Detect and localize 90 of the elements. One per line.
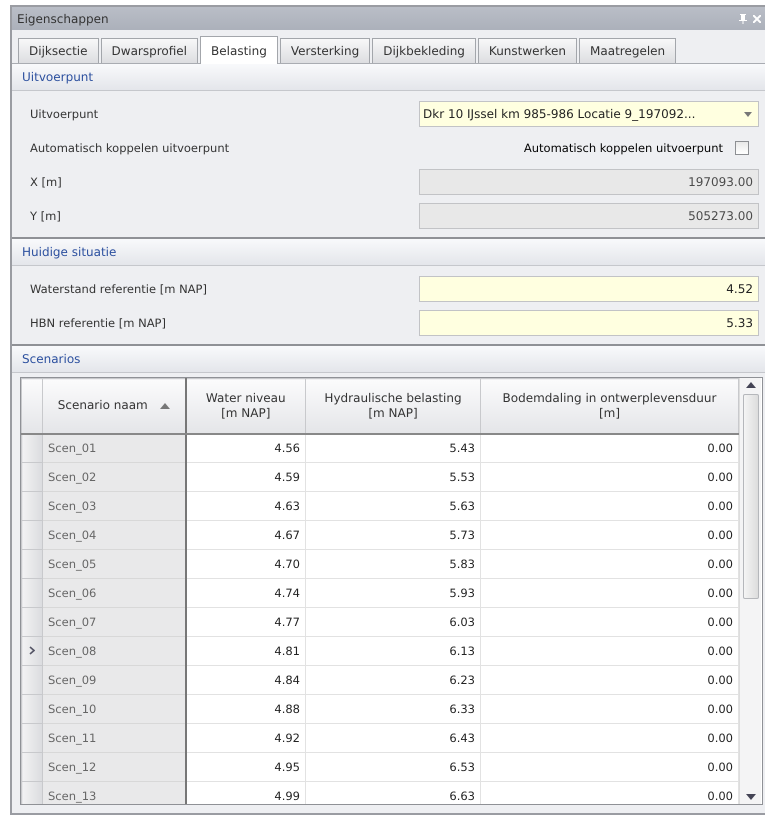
table-cell: 6.03 — [306, 608, 480, 636]
table-cell: Scen_08 — [42, 636, 186, 666]
table-cell: Scen_04 — [42, 520, 186, 550]
pin-icon[interactable] — [739, 14, 747, 24]
table-cell: 0.00 — [480, 550, 738, 578]
table-cell: 4.67 — [186, 520, 306, 550]
table-cell: 5.93 — [306, 578, 480, 608]
row-indicator[interactable] — [22, 434, 42, 462]
table-cell: 0.00 — [480, 492, 738, 520]
scroll-up-icon[interactable] — [746, 382, 756, 388]
table-cell: 4.63 — [186, 492, 306, 520]
table-cell: 0.00 — [480, 434, 738, 462]
table-cell: Scen_09 — [42, 666, 186, 694]
tab[interactable]: Belasting — [200, 36, 278, 64]
tab[interactable]: Dijksectie — [18, 38, 99, 63]
tab[interactable]: Versterking — [280, 38, 370, 63]
table-cell: 5.53 — [306, 462, 480, 492]
table-cell: 5.63 — [306, 492, 480, 520]
close-icon[interactable] — [753, 14, 761, 22]
table-cell: Scen_02 — [42, 462, 186, 492]
field-label: Y [m] — [29, 209, 61, 223]
table-cell: 6.43 — [306, 724, 480, 752]
checkbox[interactable] — [735, 141, 749, 155]
sort-icon — [160, 402, 170, 409]
table-cell: 5.83 — [306, 550, 480, 578]
table-cell: 6.53 — [306, 752, 480, 782]
input-field[interactable]: 4.52 — [419, 276, 759, 302]
table-cell: 0.00 — [480, 694, 738, 724]
table-cell: 4.84 — [186, 666, 306, 694]
column-header[interactable]: Hydraulische belasting [m NAP] — [306, 378, 480, 434]
table-cell: 5.73 — [306, 520, 480, 550]
column-header[interactable]: Water niveau [m NAP] — [186, 378, 306, 434]
section-title: Huidige situatie — [22, 245, 116, 259]
table-cell: Scen_03 — [42, 492, 186, 520]
scroll-thumb[interactable] — [742, 394, 758, 598]
table-cell: 4.95 — [186, 752, 306, 782]
table-cell: 4.70 — [186, 550, 306, 578]
tab[interactable]: Kunstwerken — [478, 38, 578, 63]
field-label: Uitvoerpunt — [29, 107, 98, 121]
scrollbar[interactable] — [739, 378, 761, 804]
table-cell: Scen_01 — [42, 434, 186, 462]
table-cell: 4.81 — [186, 636, 306, 666]
scroll-down-icon[interactable] — [746, 794, 756, 800]
table-cell: 0.00 — [480, 752, 738, 782]
table-cell: 0.00 — [480, 608, 738, 636]
table-cell: Scen_07 — [42, 608, 186, 636]
table-cell: 0.00 — [480, 666, 738, 694]
tab[interactable]: Dwarsprofiel — [100, 38, 198, 63]
table-cell: 0.00 — [480, 724, 738, 752]
section-title: Scenarios — [22, 352, 80, 366]
caret-icon — [744, 112, 752, 116]
table-cell: 4.74 — [186, 578, 306, 608]
table-cell: Scen_06 — [42, 578, 186, 608]
field-label: Waterstand referentie [m NAP] — [29, 282, 207, 296]
input-field[interactable]: 505273.00 — [419, 203, 759, 229]
table-cell: 0.00 — [480, 578, 738, 608]
tab[interactable]: Dijkbekleding — [372, 38, 476, 63]
table-cell: Scen_10 — [42, 694, 186, 724]
column-header[interactable]: Bodemdaling in ontwerplevensduur [m] — [480, 378, 738, 434]
column-header[interactable]: Scenario naam — [42, 378, 186, 434]
row-indicator[interactable] — [22, 636, 42, 666]
table-cell: Scen_13 — [42, 782, 186, 804]
chevron-icon — [29, 646, 35, 655]
field-label: HBN referentie [m NAP] — [29, 316, 166, 330]
field-label: X [m] — [29, 175, 62, 189]
table-cell: 4.92 — [186, 724, 306, 752]
column-title: Scenario naam — [58, 398, 148, 414]
input-field[interactable]: 5.33 — [419, 310, 759, 336]
table-cell: 0.00 — [480, 462, 738, 492]
table-cell: Scen_11 — [42, 724, 186, 752]
location-dropdown[interactable]: Dkr 10 IJssel km 985-986 Locatie 9_197092... — [419, 101, 759, 127]
input-field[interactable]: 197093.00 — [419, 169, 759, 195]
checkbox-label: Automatisch koppelen uitvoerpunt — [524, 141, 723, 155]
section-title: Uitvoerpunt — [22, 70, 94, 84]
table-cell: 4.59 — [186, 462, 306, 492]
table-cell: 5.43 — [306, 434, 480, 462]
table-cell: Scen_05 — [42, 550, 186, 578]
field-label: Automatisch koppelen uitvoerpunt — [29, 141, 230, 155]
table-cell: 4.56 — [186, 434, 306, 462]
tab[interactable]: Maatregelen — [579, 38, 676, 63]
table-cell: 6.33 — [306, 694, 480, 724]
table-cell: 0.00 — [480, 520, 738, 550]
window-title: Eigenschappen — [17, 12, 109, 26]
table-cell: 4.88 — [186, 694, 306, 724]
table-cell: 0.00 — [480, 636, 738, 666]
table-cell: 6.13 — [306, 636, 480, 666]
table-cell: Scen_12 — [42, 752, 186, 782]
table-cell: 4.77 — [186, 608, 306, 636]
table-cell: 6.23 — [306, 666, 480, 694]
row-header-corner — [22, 378, 42, 434]
